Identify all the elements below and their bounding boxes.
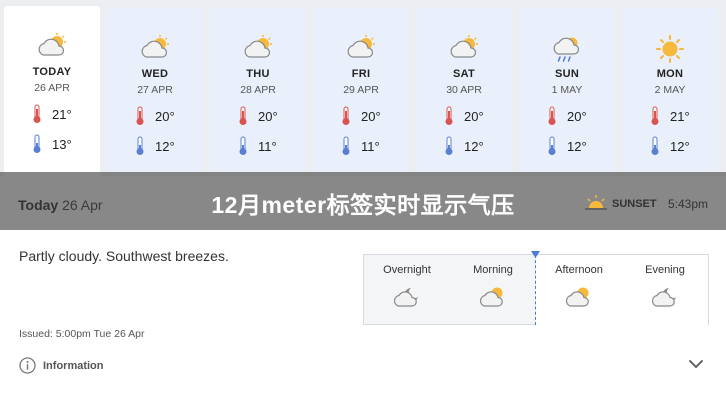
partly-cloudy-icon xyxy=(416,35,512,63)
day-date: 1 MAY xyxy=(551,84,583,96)
cloudy-night-icon xyxy=(622,285,708,309)
cloudy-night-icon xyxy=(364,285,450,309)
thermometer-cold-icon xyxy=(238,136,248,159)
forecast-summary: Partly cloudy. Southwest breezes. xyxy=(19,248,229,264)
sunny-icon xyxy=(622,35,718,63)
high-temp: 20° xyxy=(464,109,484,124)
sunset-time: 5:43pm xyxy=(668,197,709,211)
high-temp: 20° xyxy=(361,109,381,124)
low-temp: 12° xyxy=(155,139,175,154)
day-date: 26 APR xyxy=(34,82,70,94)
partly-cloudy-icon xyxy=(210,35,306,63)
high-temp: 20° xyxy=(258,109,278,124)
thermometer-hot-icon xyxy=(547,106,557,129)
thermometer-cold-icon xyxy=(650,136,660,159)
day-card-sat[interactable]: SAT 30 APR 20° 12° xyxy=(416,8,512,172)
high-temp: 21° xyxy=(52,107,72,122)
day-name: SAT xyxy=(452,68,476,80)
info-icon xyxy=(19,357,36,374)
low-temp: 11° xyxy=(361,139,380,154)
period-afternoon[interactable]: Afternoon xyxy=(536,255,622,325)
thermometer-cold-icon xyxy=(547,136,557,159)
sunset-label: SUNSET xyxy=(612,198,657,210)
thermometer-cold-icon xyxy=(341,136,351,159)
thermometer-hot-icon xyxy=(650,106,660,129)
current-time-marker-icon xyxy=(531,251,540,258)
high-temp: 20° xyxy=(567,109,587,124)
partly-cloudy-icon xyxy=(450,285,536,309)
period-label: Morning xyxy=(473,264,513,276)
period-overnight[interactable]: Overnight xyxy=(364,255,450,325)
thermometer-hot-icon xyxy=(444,106,454,129)
day-date: 2 MAY xyxy=(654,84,686,96)
day-card-fri[interactable]: FRI 29 APR 20° 11° xyxy=(313,8,409,172)
high-temp: 21° xyxy=(670,109,690,124)
low-temp: 13° xyxy=(52,137,72,152)
partly-cloudy-icon xyxy=(4,33,100,61)
day-card-today[interactable]: TODAY 26 APR 21° 13° xyxy=(4,6,100,178)
period-morning[interactable]: Morning xyxy=(450,255,536,325)
period-forecast: Overnight Morning Afternoon Evening xyxy=(363,251,709,325)
low-temp: 12° xyxy=(670,139,690,154)
issued-time: Issued: 5:00pm Tue 26 Apr xyxy=(19,328,145,340)
high-temp: 20° xyxy=(155,109,175,124)
showers-icon xyxy=(519,35,615,63)
day-card-sun[interactable]: SUN 1 MAY 20° 12° xyxy=(519,8,615,172)
period-evening[interactable]: Evening xyxy=(622,255,708,325)
low-temp: 12° xyxy=(567,139,587,154)
day-name: THU xyxy=(246,68,270,80)
day-name: MON xyxy=(656,68,684,80)
thermometer-hot-icon xyxy=(341,106,351,129)
thermometer-hot-icon xyxy=(32,104,42,127)
thermometer-hot-icon xyxy=(135,106,145,129)
day-date: 28 APR xyxy=(240,84,276,96)
day-card-thu[interactable]: THU 28 APR 20° 11° xyxy=(210,8,306,172)
current-time-line xyxy=(535,255,536,325)
title-banner: Today 26 Apr 12月meter标签实时显示气压 SUNSET 5:4… xyxy=(0,172,726,230)
day-date: 29 APR xyxy=(343,84,379,96)
partly-cloudy-icon xyxy=(536,285,622,309)
thermometer-hot-icon xyxy=(238,106,248,129)
day-card-mon[interactable]: MON 2 MAY 21° 12° xyxy=(622,8,718,172)
period-label: Evening xyxy=(645,264,685,276)
low-temp: 12° xyxy=(464,139,484,154)
day-date: 27 APR xyxy=(137,84,173,96)
period-label: Afternoon xyxy=(555,264,603,276)
forecast-strip: TODAY 26 APR 21° 13° WED 27 APR 20° 12° … xyxy=(0,0,726,178)
day-card-wed[interactable]: WED 27 APR 20° 12° xyxy=(107,8,203,172)
thermometer-cold-icon xyxy=(135,136,145,159)
thermometer-cold-icon xyxy=(32,134,42,157)
partly-cloudy-icon xyxy=(107,35,203,63)
day-name: SUN xyxy=(554,68,580,80)
day-name: FRI xyxy=(351,68,371,80)
sunset-icon xyxy=(585,195,607,210)
low-temp: 11° xyxy=(258,139,277,154)
day-name: TODAY xyxy=(32,66,72,78)
day-name: WED xyxy=(141,68,169,80)
partly-cloudy-icon xyxy=(313,35,409,63)
info-label: Information xyxy=(43,360,104,372)
thermometer-cold-icon xyxy=(444,136,454,159)
period-label: Overnight xyxy=(383,264,431,276)
day-date: 30 APR xyxy=(446,84,482,96)
chevron-down-icon[interactable] xyxy=(688,358,704,370)
